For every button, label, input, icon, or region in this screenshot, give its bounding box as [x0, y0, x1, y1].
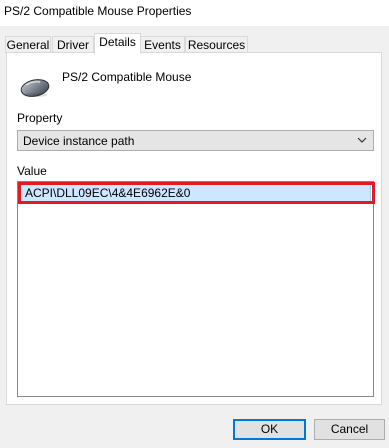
device-name: PS/2 Compatible Mouse — [62, 70, 192, 84]
tab-general[interactable]: General — [5, 36, 51, 53]
tab-driver[interactable]: Driver — [52, 36, 94, 53]
title-bar[interactable]: PS/2 Compatible Mouse Properties — [0, 0, 389, 26]
details-panel: PS/2 Compatible Mouse Property Device in… — [6, 52, 382, 405]
list-item[interactable]: ACPI\DLL09EC\4&4E6962E&0 — [20, 184, 371, 202]
tab-details[interactable]: Details — [94, 33, 141, 54]
window-title: PS/2 Compatible Mouse Properties — [4, 4, 192, 18]
property-dropdown[interactable]: Device instance path — [17, 130, 374, 151]
ok-button[interactable]: OK — [233, 419, 306, 440]
property-selected-value: Device instance path — [23, 134, 135, 148]
chevron-down-icon — [355, 133, 369, 147]
tab-resources[interactable]: Resources — [185, 36, 248, 53]
tab-events[interactable]: Events — [140, 36, 185, 53]
value-label: Value — [17, 164, 47, 178]
property-label: Property — [17, 111, 63, 125]
value-listbox[interactable]: ACPI\DLL09EC\4&4E6962E&0 — [17, 181, 375, 397]
cancel-button[interactable]: Cancel — [314, 419, 385, 440]
device-instance-path-value: ACPI\DLL09EC\4&4E6962E&0 — [25, 186, 191, 200]
properties-dialog: PS/2 Compatible Mouse Properties General… — [0, 0, 389, 448]
mouse-icon — [18, 71, 52, 101]
